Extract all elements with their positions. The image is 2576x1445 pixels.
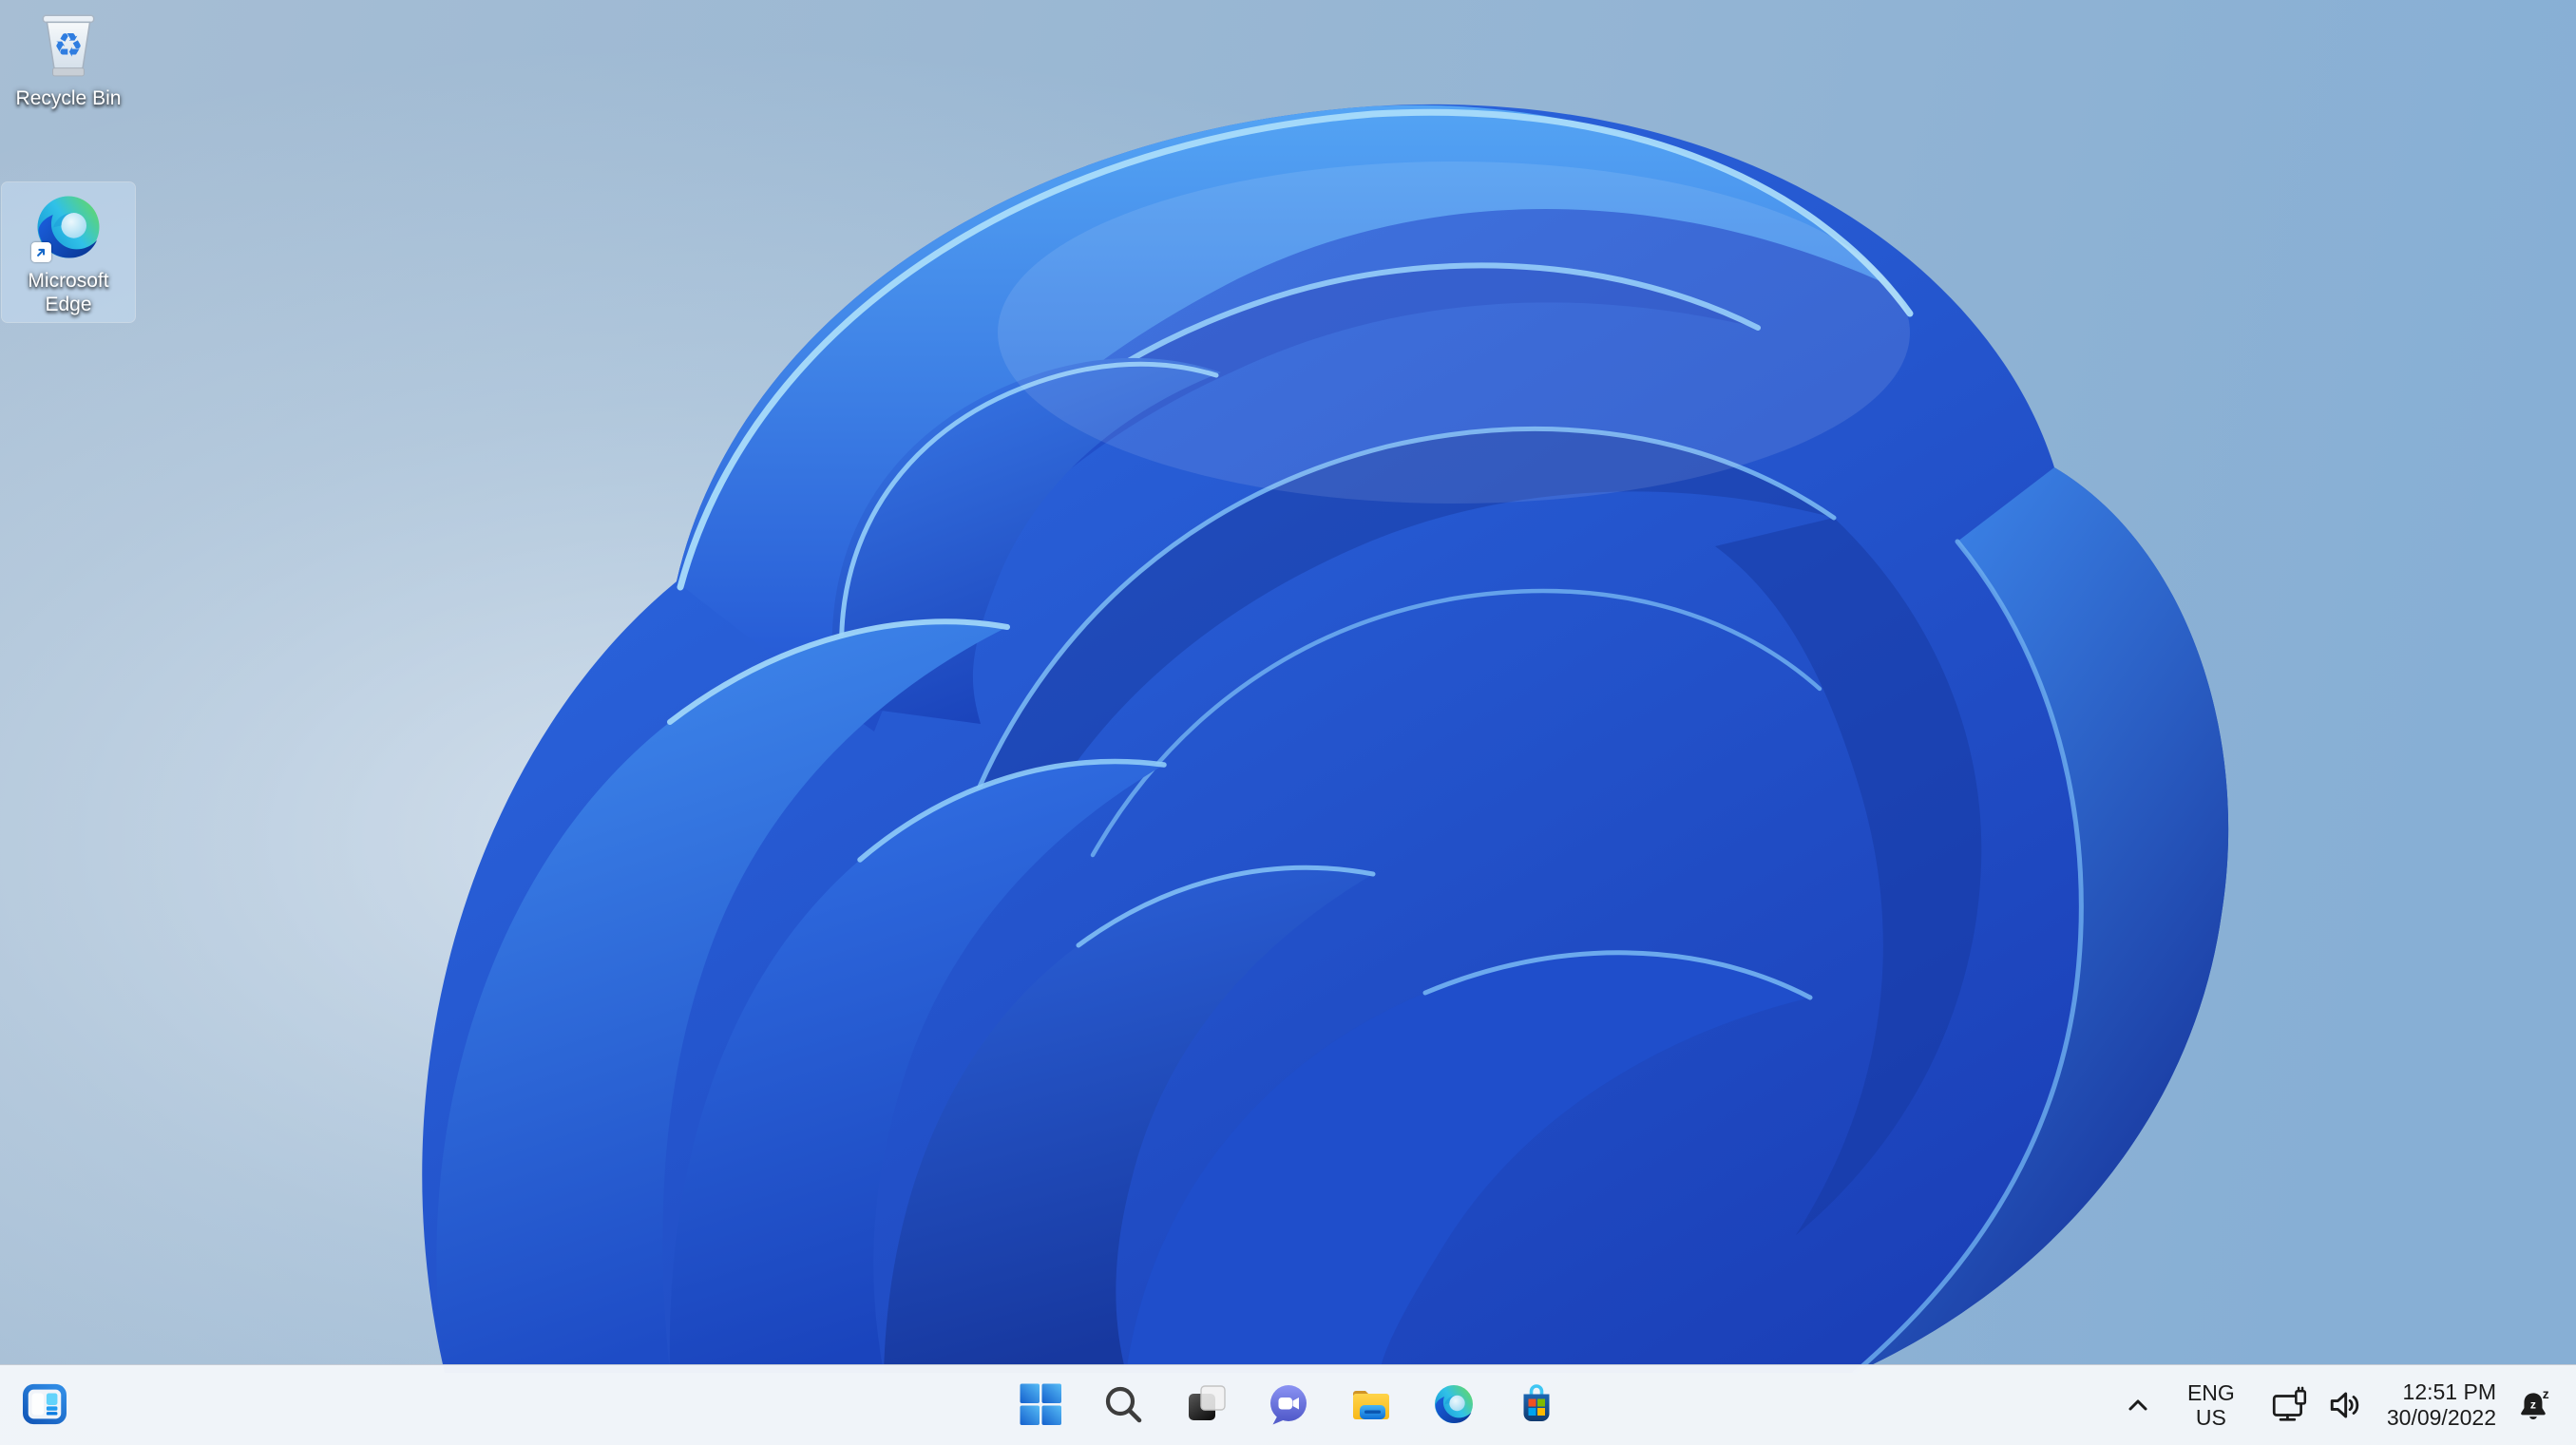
edge-swirl-icon — [1431, 1381, 1477, 1427]
network-button[interactable] — [2267, 1376, 2311, 1435]
chat-button[interactable] — [1259, 1375, 1318, 1434]
volume-icon — [2330, 1392, 2359, 1418]
task-view-button[interactable] — [1176, 1375, 1235, 1434]
do-not-disturb-bell-icon: z z — [2521, 1388, 2549, 1419]
desktop-icon-label: Microsoft Edge — [28, 270, 109, 315]
edge-button[interactable] — [1424, 1375, 1483, 1434]
windows-11-desktop: { "desktop": { "icons": [ { "id": "recyc… — [0, 0, 2576, 1445]
wallpaper-bloom — [0, 0, 2576, 1445]
system-tray: ENG US 12:51 PM 30/09/2022 z z — [2117, 1365, 2555, 1445]
edge-icon — [31, 190, 105, 264]
search-button[interactable] — [1094, 1375, 1153, 1434]
recycle-bin-icon: ♻ — [31, 8, 105, 82]
widgets-button[interactable] — [15, 1375, 74, 1434]
file-explorer-button[interactable] — [1342, 1375, 1401, 1434]
task-view-icon — [1188, 1385, 1226, 1420]
clock-time: 12:51 PM — [2402, 1379, 2496, 1404]
windows-start-icon — [1020, 1383, 1061, 1425]
start-button[interactable] — [1011, 1375, 1070, 1434]
desktop-icon-recycle-bin[interactable]: ♻ Recycle Bin — [2, 0, 135, 116]
volume-button[interactable] — [2322, 1376, 2366, 1435]
store-button[interactable] — [1507, 1375, 1566, 1434]
network-icon — [2272, 1386, 2306, 1421]
taskbar: ENG US 12:51 PM 30/09/2022 z z — [0, 1364, 2576, 1445]
language-line2: US — [2195, 1405, 2226, 1430]
clock-date: 30/09/2022 — [2386, 1405, 2496, 1430]
language-indicator[interactable]: ENG US — [2184, 1376, 2239, 1435]
desktop-icon-microsoft-edge[interactable]: Microsoft Edge — [1, 181, 136, 323]
search-icon — [1105, 1386, 1141, 1423]
clock[interactable]: 12:51 PM 30/09/2022 — [2383, 1376, 2500, 1435]
hidden-icons-chevron-button[interactable] — [2117, 1376, 2159, 1435]
folder-icon — [1352, 1391, 1389, 1419]
widgets-icon — [23, 1383, 67, 1425]
notification-bell-button[interactable]: z z — [2513, 1376, 2555, 1435]
teams-chat-icon — [1269, 1385, 1307, 1425]
svg-text:♻: ♻ — [53, 27, 83, 65]
svg-text:z: z — [2530, 1398, 2536, 1412]
shortcut-arrow-badge — [31, 242, 51, 262]
desktop-icon-label: Recycle Bin — [15, 87, 122, 109]
taskbar-center-icons — [1011, 1365, 1566, 1434]
store-bag-icon — [1523, 1384, 1549, 1421]
language-line1: ENG — [2186, 1380, 2235, 1405]
svg-text:z: z — [2543, 1388, 2549, 1401]
chevron-up-icon — [2128, 1399, 2147, 1411]
